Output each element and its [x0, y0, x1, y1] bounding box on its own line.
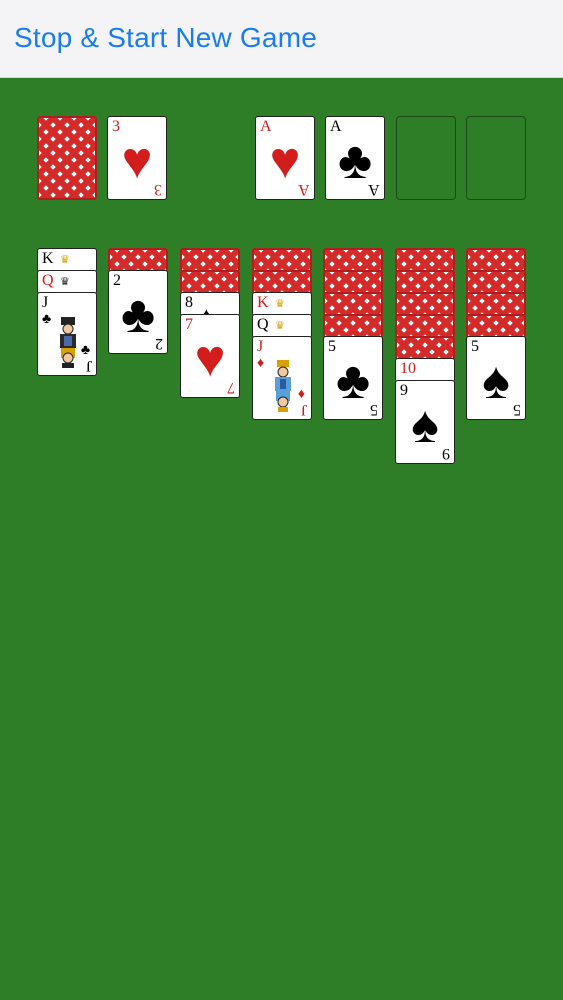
tableau-card-queen[interactable]: Q ♛ — [252, 314, 312, 338]
card-rank: Q — [42, 272, 54, 289]
tableau-card-jack[interactable]: J ♣ ♣ J — [37, 292, 97, 376]
tableau-card-10[interactable]: 10 — [395, 358, 455, 382]
club-suit-icon: ♣ — [42, 310, 52, 326]
crown-icon: ♛ — [275, 320, 285, 332]
tableau-face-down-card — [252, 270, 312, 294]
card-rank-inverted: 3 — [154, 181, 162, 198]
tableau-card-7-hearts[interactable]: 7 ♥ 7 — [180, 314, 240, 398]
tableau-face-down-card — [323, 248, 383, 272]
game-table: 3 ♥ 3 A ♥ A A ♣ A K ♛ Q ♛ J ♣ ♣ J 2 ♣ 2 … — [0, 78, 563, 1000]
tableau-card-2-clubs[interactable]: 2 ♣ 2 — [108, 270, 168, 354]
card-rank-inverted: J — [85, 357, 92, 374]
card-rank-inverted: 5 — [513, 401, 521, 418]
tableau-face-down-card — [323, 292, 383, 316]
tableau-face-down-card — [466, 248, 526, 272]
foundation-clubs[interactable]: A ♣ A — [325, 116, 385, 200]
crown-icon: ♛ — [60, 276, 70, 288]
tableau-face-down-card — [252, 248, 312, 272]
card-rank: Q — [257, 316, 269, 333]
jack-figure-icon — [60, 317, 76, 368]
tableau-face-down-card — [466, 270, 526, 294]
tableau-card-5-spades[interactable]: 5 ♠ 5 — [466, 336, 526, 420]
card-rank: 8 — [185, 294, 193, 311]
card-rank-inverted: A — [298, 181, 310, 198]
card-rank-inverted: 5 — [370, 401, 378, 418]
diamond-suit-icon: ♦ — [257, 354, 265, 370]
jack-figure-icon — [275, 360, 291, 412]
tableau-face-down-card — [180, 248, 240, 272]
tableau-face-down-card — [180, 270, 240, 294]
card-rank: 10 — [400, 360, 416, 377]
tableau-face-down-card — [395, 292, 455, 316]
tableau-face-down-card — [466, 314, 526, 338]
tableau-face-down-card — [466, 292, 526, 316]
card-rank-inverted: A — [368, 181, 380, 198]
diamond-suit-icon: ♦ — [297, 385, 305, 401]
card-rank-inverted: 9 — [442, 445, 450, 462]
crown-icon: ♛ — [275, 298, 285, 310]
tableau-card-9-spades[interactable]: 9 ♠ 9 — [395, 380, 455, 464]
card-rank: K — [42, 250, 54, 267]
tableau-face-down-card — [395, 248, 455, 272]
tableau-face-down-card — [323, 270, 383, 294]
foundation-empty-slot[interactable] — [466, 116, 526, 200]
card-rank-inverted: 7 — [227, 379, 235, 396]
crown-icon: ♛ — [60, 254, 70, 266]
tableau-card-jack-diamonds[interactable]: J ♦ ♦ J — [252, 336, 312, 420]
club-suit-icon: ♣ — [80, 341, 90, 357]
tableau-face-down-card — [395, 314, 455, 338]
tableau-card-queen[interactable]: Q ♛ — [37, 270, 97, 294]
tableau-card-king[interactable]: K ♛ — [252, 292, 312, 316]
tableau-face-down-card — [395, 336, 455, 360]
tableau-card-5-clubs[interactable]: 5 ♣ 5 — [323, 336, 383, 420]
tableau-card-king[interactable]: K ♛ — [37, 248, 97, 272]
stock-pile[interactable] — [37, 116, 97, 200]
tableau-card-8[interactable]: 8 ♠ — [180, 292, 240, 316]
stop-start-new-game-button[interactable]: Stop & Start New Game — [14, 22, 317, 54]
tableau-face-down-card — [323, 314, 383, 338]
card-rank-inverted: J — [300, 401, 307, 418]
foundation-empty-slot[interactable] — [396, 116, 456, 200]
card-rank: K — [257, 294, 269, 311]
tableau-face-down-card — [395, 270, 455, 294]
foundation-hearts[interactable]: A ♥ A — [255, 116, 315, 200]
tableau-face-down-card — [108, 248, 168, 272]
waste-card[interactable]: 3 ♥ 3 — [107, 116, 167, 200]
card-rank-inverted: 2 — [155, 335, 163, 352]
top-bar: Stop & Start New Game — [0, 0, 563, 78]
